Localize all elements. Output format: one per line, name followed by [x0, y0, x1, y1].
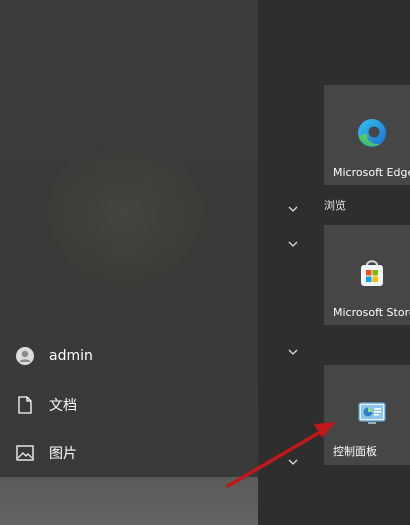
- tile-microsoft-store[interactable]: Microsoft Store: [324, 225, 410, 325]
- chevron-down-icon[interactable]: [286, 202, 300, 216]
- user-name: admin: [49, 348, 93, 364]
- user-account-item[interactable]: admin: [0, 334, 258, 378]
- tile-label: Microsoft Edge: [333, 166, 410, 179]
- document-icon: [15, 395, 35, 415]
- tile-control-panel[interactable]: 控制面板: [324, 365, 410, 465]
- tile-label: 控制面板: [333, 445, 377, 458]
- documents-label: 文档: [49, 398, 77, 414]
- store-bag-icon: [356, 257, 388, 289]
- pictures-item[interactable]: 图片: [0, 431, 258, 475]
- tile-label: Microsoft Store: [333, 306, 410, 319]
- chevron-down-icon[interactable]: [286, 455, 300, 469]
- chevron-down-icon[interactable]: [286, 237, 300, 251]
- user-avatar-icon: [15, 346, 35, 366]
- control-panel-icon: [356, 397, 388, 429]
- bottom-highlight-strip: [0, 477, 258, 525]
- picture-icon: [15, 443, 35, 463]
- start-menu-left-rail: admin 文档 图片: [0, 0, 258, 525]
- pictures-label: 图片: [49, 446, 77, 462]
- wallpaper-blur: [40, 140, 210, 290]
- tile-group-label: 浏览: [324, 199, 346, 212]
- chevron-down-icon[interactable]: [286, 345, 300, 359]
- tile-microsoft-edge[interactable]: Microsoft Edge: [324, 85, 410, 185]
- documents-item[interactable]: 文档: [0, 383, 258, 427]
- edge-browser-icon: [356, 117, 388, 149]
